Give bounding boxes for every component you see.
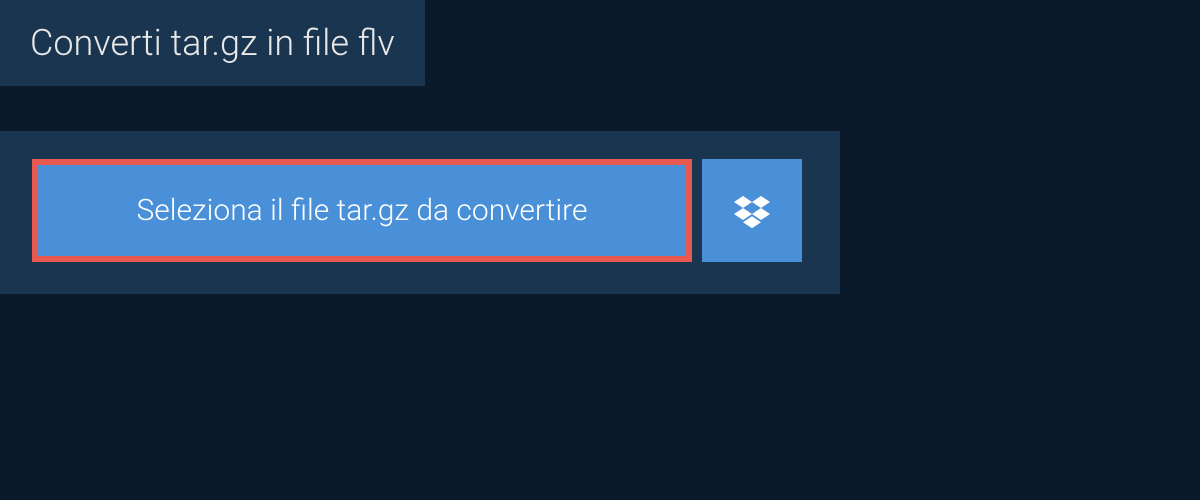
button-row: Seleziona il file tar.gz da convertire [32,159,808,262]
converter-panel: Seleziona il file tar.gz da convertire [0,131,840,294]
dropbox-button[interactable] [702,159,802,262]
select-file-button[interactable]: Seleziona il file tar.gz da convertire [32,159,692,262]
page-title: Converti tar.gz in file flv [30,22,395,64]
page-title-tab: Converti tar.gz in file flv [0,0,425,86]
dropbox-icon [734,193,770,229]
panel-content: Seleziona il file tar.gz da convertire [0,131,840,294]
select-file-label: Seleziona il file tar.gz da convertire [136,193,587,228]
